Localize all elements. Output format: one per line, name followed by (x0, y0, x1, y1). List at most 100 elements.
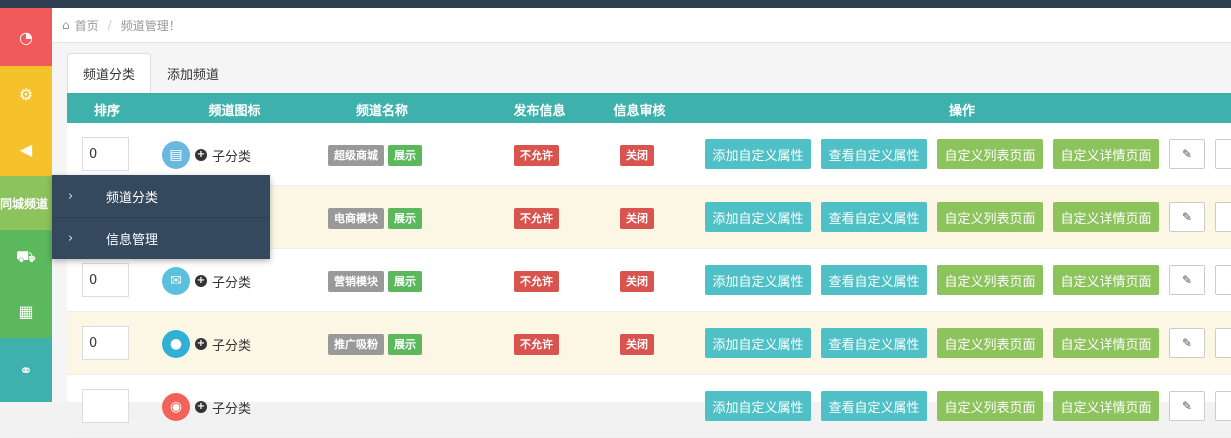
chat-icon: ✉ (162, 267, 190, 295)
breadcrumb: ⌂ 首页 / 频道管理！ (52, 8, 1231, 43)
breadcrumb-home[interactable]: 首页 (75, 17, 99, 34)
sort-input[interactable] (82, 389, 129, 423)
header-icon: 频道图标 (208, 103, 261, 119)
edit-icon[interactable]: ✎ (1169, 139, 1205, 169)
add-attr-button[interactable]: 添加自定义属性 (705, 328, 811, 358)
sidebar-item-link[interactable]: ⚭ (0, 338, 52, 402)
gear-icon: ⚙ (18, 85, 34, 104)
more-button[interactable] (1215, 202, 1231, 232)
more-button[interactable] (1215, 328, 1231, 358)
view-attr-button[interactable]: 查看自定义属性 (821, 391, 927, 421)
breadcrumb-current: 频道管理！ (120, 18, 181, 33)
table-row: 0 ● + 子分类 推广吸粉 展示 不允许 关闭 添加自定义属性 查看自定义属性 自定义列表页面 自定… (67, 312, 1231, 375)
sidebar-flyout-menu: › 频道分类 › 信息管理 (52, 175, 270, 259)
status-badge[interactable]: 展示 (388, 208, 422, 229)
audit-badge[interactable]: 关闭 (620, 145, 654, 166)
publish-badge[interactable]: 不允许 (514, 208, 559, 229)
add-attr-button[interactable]: 添加自定义属性 (705, 139, 811, 169)
more-button[interactable] (1215, 139, 1231, 169)
sidebar-item-dashboard[interactable]: ◔ (0, 8, 52, 66)
more-button[interactable] (1215, 391, 1231, 421)
header-audit: 信息审核 (613, 103, 666, 119)
volume-icon: ◀ (19, 140, 33, 159)
header-sort: 排序 (93, 103, 120, 119)
custom-list-page-button[interactable]: 自定义列表页面 (937, 391, 1043, 421)
sidebar-item-volume[interactable]: ◀ (0, 123, 52, 176)
sidebar-item-cart[interactable]: ⛟ (0, 230, 52, 284)
edit-icon[interactable]: ✎ (1169, 328, 1205, 358)
flyout-item-label: 信息管理 (106, 233, 159, 248)
table-header: 排序 频道图标 频道名称 发布信息 信息审核 操作 (67, 95, 1231, 123)
tab-add-channel[interactable]: 添加频道 (151, 53, 235, 93)
link-icon: ⚭ (19, 360, 33, 380)
plus-icon[interactable]: + (195, 338, 207, 350)
sort-input[interactable]: 0 (82, 263, 129, 297)
custom-detail-page-button[interactable]: 自定义详情页面 (1053, 265, 1159, 295)
chevron-right-icon: › (68, 188, 74, 204)
view-attr-button[interactable]: 查看自定义属性 (821, 265, 927, 295)
flyout-item-label: 频道分类 (106, 190, 159, 206)
top-bar (0, 0, 1231, 8)
plus-icon[interactable]: + (195, 275, 207, 287)
flyout-item-info-management[interactable]: › 信息管理 (52, 217, 270, 259)
custom-list-page-button[interactable]: 自定义列表页面 (937, 202, 1043, 232)
subcategory-link[interactable]: 子分类 (212, 272, 251, 291)
view-attr-button[interactable]: 查看自定义属性 (821, 139, 927, 169)
plus-icon[interactable]: + (195, 149, 207, 161)
sort-input[interactable]: 0 (82, 137, 129, 171)
custom-list-page-button[interactable]: 自定义列表页面 (937, 265, 1043, 295)
breadcrumb-separator: / (107, 18, 112, 32)
tab-channel-category[interactable]: 频道分类 (67, 53, 152, 93)
dashboard-icon: ◔ (19, 27, 33, 47)
tab-bar: 频道分类 添加频道 (67, 53, 235, 93)
custom-detail-page-button[interactable]: 自定义详情页面 (1053, 202, 1159, 232)
edit-icon[interactable]: ✎ (1169, 391, 1205, 421)
plus-icon[interactable]: + (195, 401, 207, 413)
edit-icon[interactable]: ✎ (1169, 265, 1205, 295)
publish-badge[interactable]: 不允许 (514, 334, 559, 355)
left-sidebar: ◔ ⚙ ◀ 同城频道 ⛟ ▦ ⚭ (0, 8, 52, 402)
add-attr-button[interactable]: 添加自定义属性 (705, 265, 811, 295)
bubbles-icon: ● (162, 330, 190, 358)
status-badge[interactable]: 展示 (388, 334, 422, 355)
channel-name-label: 营销模块 (328, 271, 384, 292)
cart-icon: ⛟ (15, 246, 37, 266)
audit-badge[interactable]: 关闭 (620, 271, 654, 292)
subcategory-link[interactable]: 子分类 (212, 398, 251, 417)
custom-detail-page-button[interactable]: 自定义详情页面 (1053, 328, 1159, 358)
add-attr-button[interactable]: 添加自定义属性 (705, 391, 811, 421)
publish-badge[interactable]: 不允许 (514, 271, 559, 292)
custom-detail-page-button[interactable]: 自定义详情页面 (1053, 391, 1159, 421)
header-name: 频道名称 (355, 103, 408, 119)
sidebar-item-table[interactable]: ▦ (0, 284, 52, 338)
status-badge[interactable]: 展示 (388, 145, 422, 166)
subcategory-link[interactable]: 子分类 (212, 335, 251, 354)
status-badge[interactable]: 展示 (388, 271, 422, 292)
more-button[interactable] (1215, 265, 1231, 295)
sidebar-item-settings[interactable]: ⚙ (0, 66, 52, 123)
sidebar-item-city-channel[interactable]: 同城频道 (0, 176, 52, 230)
sort-input[interactable]: 0 (82, 326, 129, 360)
home-icon: ⌂ (62, 18, 70, 32)
chevron-right-icon: › (68, 231, 74, 246)
sidebar-item-label: 同城频道 (0, 196, 49, 211)
circle-icon: ◉ (162, 393, 190, 421)
header-publish: 发布信息 (513, 103, 566, 119)
custom-list-page-button[interactable]: 自定义列表页面 (937, 328, 1043, 358)
subcategory-link[interactable]: 子分类 (212, 146, 251, 165)
edit-icon[interactable]: ✎ (1169, 202, 1205, 232)
publish-badge[interactable]: 不允许 (514, 145, 559, 166)
view-attr-button[interactable]: 查看自定义属性 (821, 202, 927, 232)
view-attr-button[interactable]: 查看自定义属性 (821, 328, 927, 358)
table-row: ◉ + 子分类 添加自定义属性 查看自定义属性 自定义列表页面 自定义详情页面 ✎ (67, 375, 1231, 438)
flyout-item-channel-category[interactable]: › 频道分类 (52, 175, 270, 217)
add-attr-button[interactable]: 添加自定义属性 (705, 202, 811, 232)
custom-list-page-button[interactable]: 自定义列表页面 (937, 139, 1043, 169)
channel-name-label: 超级商城 (328, 145, 384, 166)
channel-name-label: 电商模块 (328, 208, 384, 229)
header-actions: 操作 (948, 103, 975, 119)
audit-badge[interactable]: 关闭 (620, 208, 654, 229)
table-icon: ▦ (18, 301, 34, 321)
custom-detail-page-button[interactable]: 自定义详情页面 (1053, 139, 1159, 169)
audit-badge[interactable]: 关闭 (620, 334, 654, 355)
